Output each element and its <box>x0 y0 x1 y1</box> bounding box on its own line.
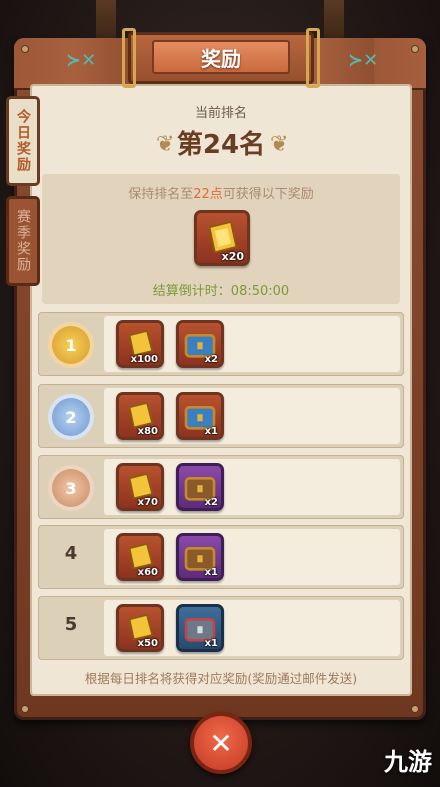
nail-icon <box>22 46 28 52</box>
item-quantity: x1 <box>204 638 218 649</box>
tier-row: 2 x80 x1 <box>38 384 404 448</box>
rank-number: 4 <box>64 543 78 564</box>
watermark-logo: 九游 <box>384 748 432 776</box>
laurel-right-icon: ❦ <box>270 132 289 157</box>
nail-icon <box>412 706 418 712</box>
tier-row: 4 x60 x1 <box>38 525 404 589</box>
tier-row: 5 x50 x1 <box>38 596 404 660</box>
hanging-post-left <box>96 0 116 40</box>
nail-icon <box>22 706 28 712</box>
keep-rank-hint: 保持排名至22点可获得以下奖励 <box>128 187 314 202</box>
tier-reward-item[interactable]: x80 <box>116 392 164 440</box>
fish-ornament-icon: ≻✕ <box>348 50 379 71</box>
tier-reward-item[interactable]: x70 <box>116 463 164 511</box>
tab-season-rewards[interactable]: 赛季奖励 <box>6 196 40 286</box>
tier-reward-item[interactable]: x1 <box>176 392 224 440</box>
item-quantity: x70 <box>137 497 158 508</box>
tier-row: 1 x100 x2 <box>38 312 404 376</box>
rank-number: 5 <box>64 614 78 635</box>
tier-reward-item[interactable]: x2 <box>176 320 224 368</box>
current-rank-value: 第24名 <box>176 130 266 160</box>
silver-medal-icon: 2 <box>52 398 90 436</box>
item-quantity: x20 <box>221 250 244 263</box>
item-quantity: x1 <box>204 567 218 578</box>
item-quantity: x50 <box>137 638 158 649</box>
settlement-countdown: 结算倒计时：08:50:00 <box>152 284 290 299</box>
keep-rank-time: 22点 <box>193 187 223 202</box>
tier-reward-item[interactable]: x1 <box>176 604 224 652</box>
close-button[interactable]: ✕ <box>190 712 252 774</box>
item-quantity: x80 <box>137 426 158 437</box>
item-quantity: x100 <box>130 354 158 365</box>
item-quantity: x1 <box>204 426 218 437</box>
fish-ornament-icon: ≻✕ <box>66 50 97 71</box>
hanging-post-right <box>324 0 344 40</box>
tier-reward-item[interactable]: x60 <box>116 533 164 581</box>
tier-reward-item[interactable]: x1 <box>176 533 224 581</box>
current-reward-item[interactable]: x20 <box>194 210 250 266</box>
item-quantity: x2 <box>204 354 218 365</box>
tier-row: 3 x70 x2 <box>38 455 404 519</box>
bronze-medal-icon: 3 <box>52 469 90 507</box>
tier-reward-item[interactable]: x50 <box>116 604 164 652</box>
item-quantity: x2 <box>204 497 218 508</box>
tier-reward-item[interactable]: x100 <box>116 320 164 368</box>
page-title: 奖励 <box>152 40 290 74</box>
title-plaque: 奖励 <box>122 28 320 88</box>
gold-medal-icon: 1 <box>52 326 90 364</box>
tier-reward-item[interactable]: x2 <box>176 463 224 511</box>
reward-rule-note: 根据每日排名将获得对应奖励(奖励通过邮件发送) <box>84 671 358 686</box>
current-rank-label: 当前排名 <box>194 106 247 121</box>
nail-icon <box>412 46 418 52</box>
item-quantity: x60 <box>137 567 158 578</box>
